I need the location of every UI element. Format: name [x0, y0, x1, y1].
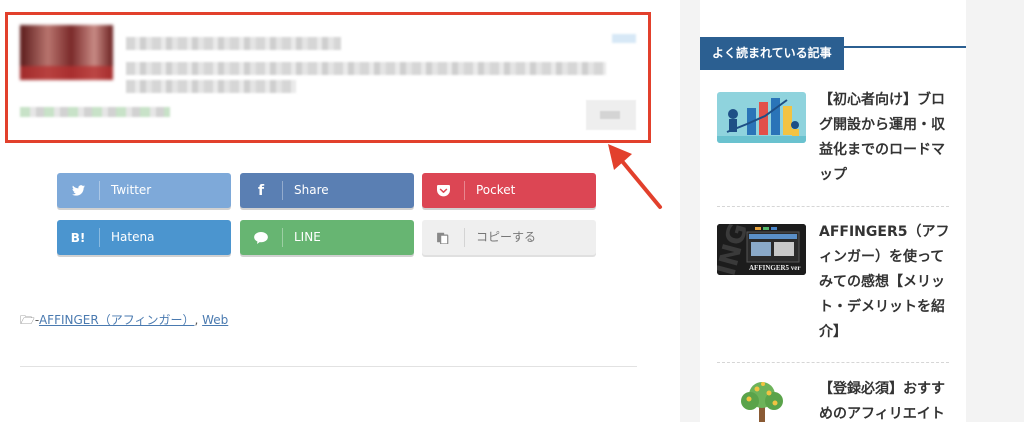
popular-post-1-thumbnail[interactable]: [717, 92, 806, 143]
share-line-label: LINE: [294, 230, 321, 244]
blog-card-thumbnail: [20, 25, 113, 80]
share-hatena-button[interactable]: B! Hatena: [57, 220, 231, 255]
facebook-icon: f: [257, 182, 265, 199]
blog-card-url-blurred: [20, 107, 170, 117]
post-separator: [717, 206, 949, 207]
separator: [282, 181, 283, 200]
blog-card-excerpt-blurred-2: [126, 80, 296, 93]
popular-post-2-thumb-caption: AFFINGER5 ver: [749, 264, 801, 272]
hatena-icon: B!: [70, 230, 86, 245]
blog-card-title-blurred: [126, 37, 341, 50]
popular-post-3-title[interactable]: 【登録必須】おすすめのアフィリエイト: [819, 377, 951, 422]
category-link-web[interactable]: Web: [202, 313, 228, 327]
share-twitter-button[interactable]: Twitter: [57, 173, 231, 208]
share-twitter-label: Twitter: [111, 183, 152, 197]
widget-title: よく読まれている記事: [700, 37, 844, 70]
copy-link-label: コピーする: [476, 230, 537, 244]
popular-post-2-title[interactable]: AFFINGER5（アフィンガー）を使ってみての感想【メリット・デメリットを紹介…: [819, 220, 951, 345]
blog-card-embed[interactable]: [5, 12, 651, 143]
divider: [20, 366, 637, 367]
share-pocket-button[interactable]: Pocket: [422, 173, 596, 208]
share-facebook-button[interactable]: f Share: [240, 173, 414, 208]
popular-post-1-title[interactable]: 【初心者向け】ブログ開設から運用・収益化までのロードマップ: [819, 88, 951, 188]
share-pocket-label: Pocket: [476, 183, 516, 197]
category-link-affinger[interactable]: AFFINGER（アフィンガー）: [39, 313, 195, 327]
share-facebook-label: Share: [294, 183, 329, 197]
line-icon: [240, 220, 282, 255]
blog-card-read-button-blurred[interactable]: [586, 100, 636, 130]
separator: [464, 181, 465, 200]
popular-post-2-thumbnail[interactable]: ING AFFINGER5 ver: [717, 224, 806, 275]
twitter-icon: [57, 173, 99, 208]
share-line-button[interactable]: LINE: [240, 220, 414, 255]
copy-icon: [422, 220, 464, 255]
folder-icon: 🗁-: [20, 313, 39, 327]
blog-card-label-blurred: [612, 34, 636, 43]
annotation-arrow-icon: [608, 144, 662, 209]
separator: [464, 228, 465, 247]
popular-posts-widget-header: よく読まれている記事: [700, 37, 966, 70]
popular-post-3-thumbnail[interactable]: [717, 381, 806, 422]
blog-card-excerpt-blurred: [126, 62, 606, 75]
post-categories: 🗁-AFFINGER（アフィンガー）, Web: [20, 311, 228, 332]
separator: [282, 228, 283, 247]
separator: [99, 228, 100, 247]
share-hatena-label: Hatena: [111, 230, 155, 244]
post-separator: [717, 362, 949, 363]
pocket-icon: [422, 173, 464, 208]
copy-link-button[interactable]: コピーする: [422, 220, 596, 255]
separator: [99, 181, 100, 200]
category-separator: ,: [194, 313, 203, 327]
